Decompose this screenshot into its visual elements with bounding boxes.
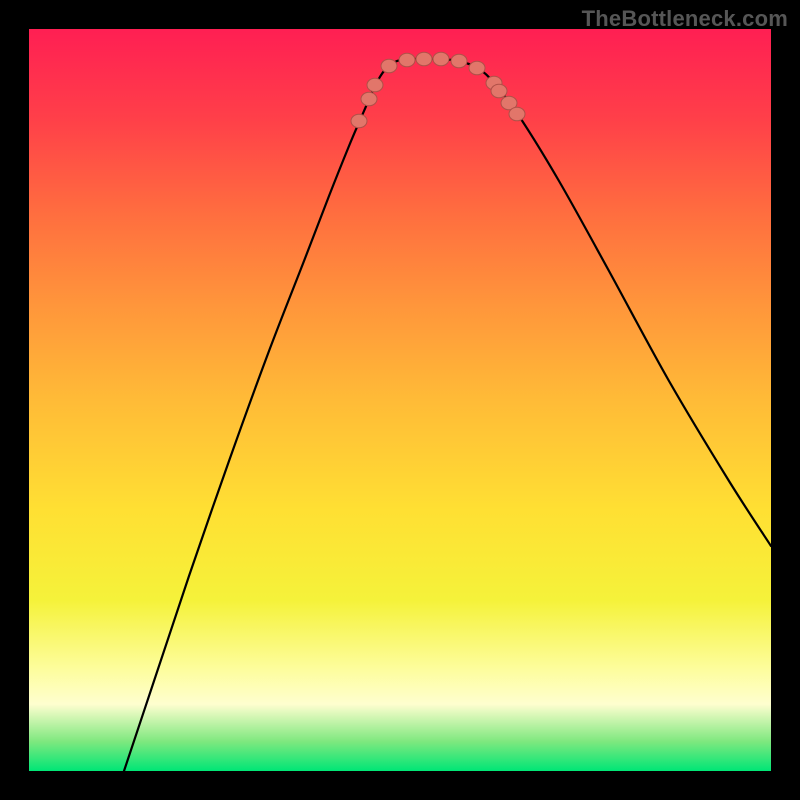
chart-svg bbox=[29, 29, 771, 771]
data-marker bbox=[351, 114, 367, 128]
data-marker bbox=[451, 54, 467, 68]
data-marker bbox=[381, 59, 397, 73]
data-marker bbox=[361, 92, 377, 106]
data-marker bbox=[491, 84, 507, 98]
chart-frame: TheBottleneck.com bbox=[0, 0, 800, 800]
bottleneck-curve bbox=[124, 59, 771, 771]
data-marker bbox=[399, 53, 415, 67]
data-marker bbox=[433, 52, 449, 66]
data-markers bbox=[351, 52, 525, 128]
data-marker bbox=[469, 61, 485, 75]
data-marker bbox=[416, 52, 432, 66]
data-marker bbox=[367, 78, 383, 92]
data-marker bbox=[509, 107, 525, 121]
watermark-text: TheBottleneck.com bbox=[582, 6, 788, 32]
